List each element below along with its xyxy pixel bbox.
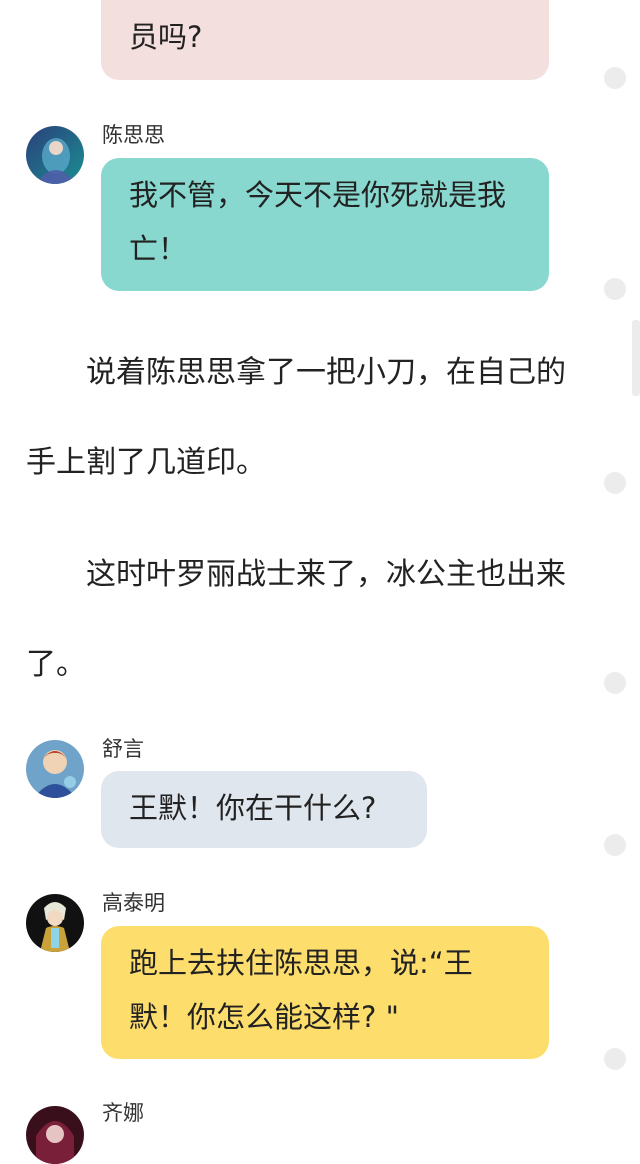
avatar-shu-yan[interactable]	[26, 740, 84, 798]
scrollbar[interactable]	[632, 320, 640, 396]
narration-paragraph: 说着陈思思拿了一把小刀，在自己的手上割了几道印。	[26, 355, 566, 480]
chat-bubble-top: 员吗?	[101, 0, 549, 80]
chat-bubble: 王默！你在干什么?	[101, 771, 427, 848]
chat-bubble-text: 我不管，今天不是你死就是我亡！	[129, 178, 507, 266]
side-dot[interactable]	[604, 472, 626, 494]
chat-bubble-text: 王默！你在干什么?	[129, 791, 377, 825]
side-dot[interactable]	[604, 1048, 626, 1070]
side-dot[interactable]	[604, 834, 626, 856]
sender-name: 舒言	[102, 737, 144, 761]
avatar-image	[26, 1106, 84, 1164]
sender-name: 高泰明	[102, 891, 165, 915]
avatar-image	[26, 894, 84, 952]
sender-name: 陈思思	[102, 123, 165, 147]
chat-bubble: 跑上去扶住陈思思，说:“王默！你怎么能这样? "	[101, 926, 549, 1059]
sender-name: 齐娜	[102, 1101, 144, 1125]
avatar-image	[26, 740, 84, 798]
side-dot[interactable]	[604, 67, 626, 89]
side-dot[interactable]	[604, 672, 626, 694]
chat-bubble: 我不管，今天不是你死就是我亡！	[101, 158, 549, 291]
avatar-chen-sisi[interactable]	[26, 126, 84, 184]
narration-paragraph: 这时叶罗丽战士来了，冰公主也出来了。	[26, 557, 566, 682]
avatar-image	[26, 126, 84, 184]
avatar-qi-na[interactable]	[26, 1106, 84, 1164]
side-dot[interactable]	[604, 278, 626, 300]
chat-bubble-text: 员吗?	[129, 20, 203, 54]
chat-bubble-text: 跑上去扶住陈思思，说:“王默！你怎么能这样? "	[129, 946, 473, 1034]
avatar-gao-taiming[interactable]	[26, 894, 84, 952]
